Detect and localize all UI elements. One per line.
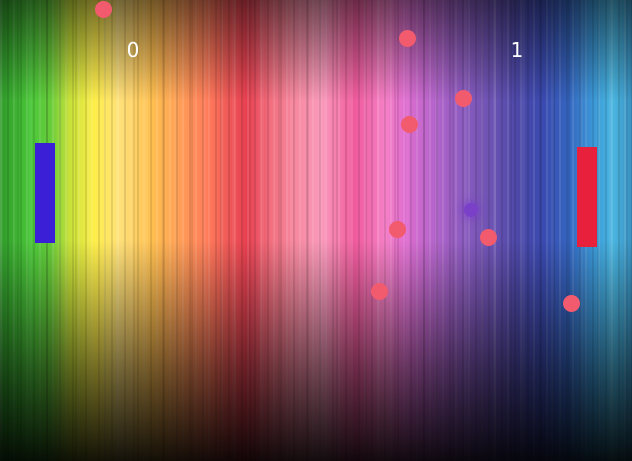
right-player-score: 1	[510, 38, 524, 62]
particle-ball	[480, 229, 497, 246]
left-paddle[interactable]	[35, 143, 55, 243]
background-vignette	[0, 0, 632, 461]
particle-ball	[399, 30, 416, 47]
particle-ball	[401, 116, 418, 133]
right-paddle	[577, 147, 597, 247]
particle-ball	[455, 90, 472, 107]
left-player-score: 0	[126, 38, 140, 62]
particle-ball	[389, 221, 406, 238]
particle-ball	[95, 1, 112, 18]
game-canvas[interactable]: 0 1	[0, 0, 632, 461]
particle-ball	[563, 295, 580, 312]
particle-ball	[371, 283, 388, 300]
game-ball	[464, 203, 478, 217]
